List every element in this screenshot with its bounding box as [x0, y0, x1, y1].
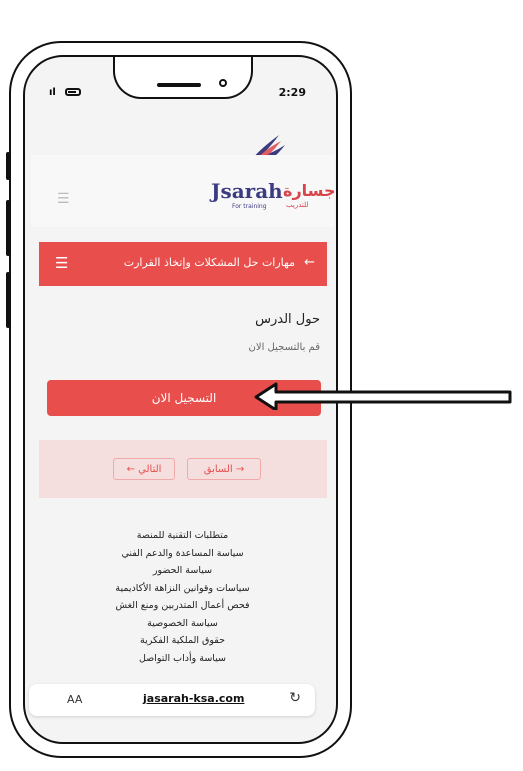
logo-subtitle: For training	[232, 203, 267, 210]
next-button[interactable]: ← التالي	[113, 458, 175, 480]
arrow-left-icon: ←	[126, 464, 139, 475]
course-title-bar: ☰ مهارات حل المشكلات وإتخاذ القرارت ←	[39, 242, 327, 286]
pointer-arrow-icon	[254, 382, 512, 410]
arrow-right-icon: →	[235, 464, 245, 475]
logo-arabic: جسارة	[283, 181, 336, 200]
volume-down-button	[6, 272, 10, 328]
logo-text: Jsarah	[211, 179, 283, 203]
volume-up-button	[6, 200, 10, 256]
footer-link[interactable]: سياسات وقوانين النزاهة الأكاديمية	[31, 580, 334, 598]
footer-link[interactable]: سياسة وأداب التواصل	[31, 650, 334, 668]
status-time: 2:29	[278, 86, 306, 99]
footer-link[interactable]: حقوق الملكية الفكرية	[31, 632, 334, 650]
browser-address-bar[interactable]: AA jasarah-ksa.com ↻	[29, 684, 315, 716]
signal-icon: ıl	[49, 87, 56, 98]
footer-link[interactable]: فحص أعمال المتدربين ومنع الغش	[31, 597, 334, 615]
notch	[113, 57, 253, 99]
url-text[interactable]: jasarah-ksa.com	[143, 692, 244, 705]
lesson-heading: حول الدرس	[255, 312, 320, 327]
footer-links: متطلبات التقنية للمنصة سياسة المساعدة وا…	[31, 527, 334, 667]
previous-label: السابق	[203, 464, 233, 475]
hamburger-icon[interactable]: ☰	[57, 191, 70, 207]
footer-link[interactable]: سياسة الحضور	[31, 562, 334, 580]
text-size-button[interactable]: AA	[67, 693, 82, 706]
battery-icon	[65, 88, 81, 96]
logo-arabic-sub: للتدريب	[286, 201, 309, 209]
footer-link[interactable]: متطلبات التقنية للمنصة	[31, 527, 334, 545]
menu-icon[interactable]: ☰	[55, 254, 68, 272]
register-hint: قم بالتسجيل الان	[248, 342, 320, 353]
silent-switch	[6, 152, 10, 180]
footer-link[interactable]: سياسة المساعدة والدعم الفني	[31, 545, 334, 563]
back-arrow-icon[interactable]: ←	[304, 255, 315, 270]
reload-icon[interactable]: ↻	[289, 690, 301, 706]
speaker	[157, 83, 201, 87]
camera	[219, 79, 227, 87]
next-label: التالي	[138, 464, 162, 475]
previous-button[interactable]: السابق →	[187, 458, 261, 480]
site-header: ☰ Jsarah جسارة For training للتدريب	[31, 155, 336, 227]
lesson-navigation: السابق → ← التالي	[39, 440, 327, 498]
footer-link[interactable]: سياسة الخصوصية	[31, 615, 334, 633]
course-title: مهارات حل المشكلات وإتخاذ القرارت	[123, 256, 295, 269]
